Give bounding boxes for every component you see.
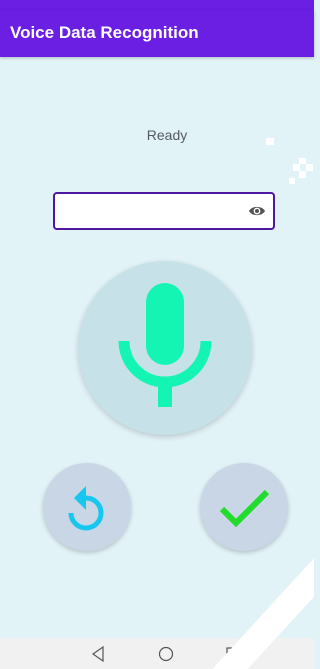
password-input[interactable]	[63, 200, 237, 224]
decorative-pixel	[299, 171, 306, 178]
status-bar	[0, 0, 314, 10]
decorative-pixel	[289, 178, 295, 184]
circle-home-icon[interactable]	[157, 645, 175, 663]
decorative-pixel	[306, 164, 313, 171]
eye-icon[interactable]	[248, 204, 266, 218]
navigation-bar	[0, 638, 314, 669]
app-bar: Voice Data Recognition	[0, 10, 314, 57]
decorative-pixel	[299, 158, 306, 164]
app-title: Voice Data Recognition	[10, 23, 199, 42]
confirm-button[interactable]	[200, 463, 288, 551]
record-button[interactable]	[78, 261, 252, 435]
decorative-pixel	[293, 164, 300, 171]
triangle-back-icon[interactable]	[90, 645, 108, 663]
microphone-icon	[118, 283, 212, 407]
rotate-ccw-icon	[68, 486, 104, 531]
square-recents-icon[interactable]	[224, 645, 242, 663]
decorative-pixel	[266, 138, 274, 145]
password-field[interactable]	[53, 192, 275, 230]
reset-button[interactable]	[43, 463, 131, 551]
checkmark-icon	[219, 489, 269, 528]
